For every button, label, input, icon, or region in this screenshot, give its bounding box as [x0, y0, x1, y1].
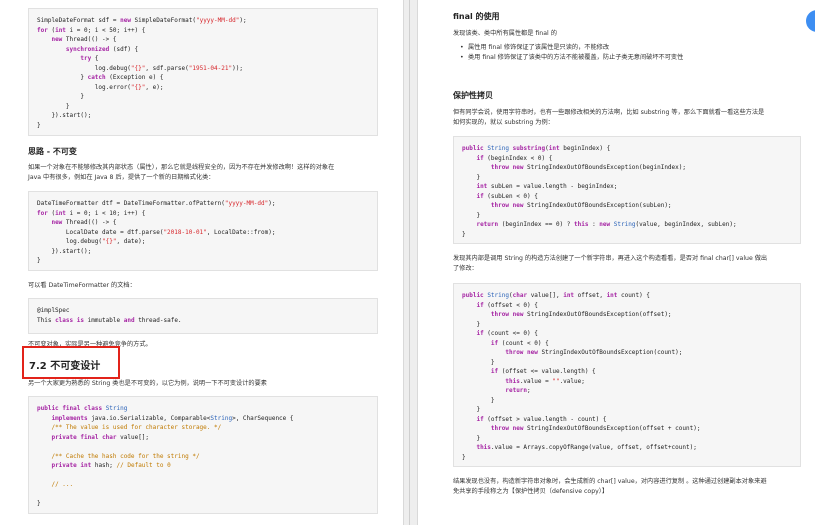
paragraph-ctor-line2: 了修改： [453, 265, 478, 272]
right-document-page: final 的使用 发现该类、类中所有属性都是 final 的 属性用 fina… [418, 0, 815, 525]
left-document-page: SimpleDateFormat sdf = new SimpleDateFor… [0, 0, 403, 525]
code-line: this.value = "".value; [505, 377, 585, 385]
code-line: if (offset > value.length - count) { [476, 415, 607, 423]
paragraph-end-line2: 免共享的手段称之为【保护性拷贝（defensive copy）】 [453, 488, 609, 495]
code-line: } [37, 102, 70, 110]
code-line: if (offset <= value.length) { [490, 368, 596, 375]
code-block-simpledateformat: SimpleDateFormat sdf = new SimpleDateFor… [28, 8, 378, 136]
code-block-datetimeformatter: DateTimeFormatter dtf = DateTimeFormatte… [28, 191, 378, 271]
code-line: }).start(); [37, 247, 92, 255]
code-line: public String(char value[], int offset, … [462, 292, 650, 299]
code-line: } [462, 358, 495, 366]
code-line: for (int i = 0; i < 10; i++) { [37, 209, 146, 217]
paragraph-copy-line1: 但有同学会说，使用字符串时，也有一些跟修改相关的方法啊，比如 substring… [453, 109, 765, 116]
code-line: if (count <= 0) { [476, 330, 538, 337]
code-line: throw new StringIndexOutOfBoundsExceptio… [505, 349, 683, 356]
code-line: } [462, 320, 481, 328]
code-line: if (count < 0) { [490, 339, 549, 347]
paragraph-doc-reference: 可以看 DateTimeFormatter 的文档： [28, 282, 136, 289]
code-line: @implSpec [37, 307, 70, 314]
code-line: throw new StringIndexOutOfBoundsExceptio… [490, 311, 672, 318]
code-line: } [462, 396, 495, 404]
code-line: This class is immutable and thread-safe. [37, 316, 182, 324]
code-line: new Thread(() -> { [51, 36, 117, 43]
code-line: } [37, 257, 41, 264]
page-divider [409, 0, 410, 525]
code-line: } [37, 121, 41, 129]
code-line: private final char value[]; [51, 433, 150, 441]
code-line: log.debug("{}", sdf.parse("1951-04-21"))… [37, 64, 243, 72]
code-line: DateTimeFormatter dtf = DateTimeFormatte… [37, 200, 276, 207]
code-block-implspec: @implSpec This class is immutable and thr… [28, 298, 378, 334]
code-line: } [462, 211, 481, 219]
code-line: }).start(); [37, 112, 92, 119]
code-line: return; [505, 387, 531, 394]
section-heading-immutable-design: 7.2 不可变设计 [29, 361, 101, 372]
paragraph-copy-line2: 如何实现的，就以 substring 为例： [453, 119, 554, 126]
paragraph-immutable-line1: 如果一个对象在不能够修改其内部状态（属性），那么它就是线程安全的，因为不存在并发… [28, 164, 335, 171]
paragraph-end-line1: 结果发现也没有，构造新字符串对象时，会生成新的 char[] value，对内容… [453, 478, 767, 485]
code-line: SimpleDateFormat sdf = new SimpleDateFor… [37, 17, 247, 24]
code-line: int subLen = value.length - beginIndex; [476, 183, 618, 190]
paragraph-final: 发现该类、类中所有属性都是 final 的 [453, 30, 557, 37]
code-line: if (offset < 0) { [476, 301, 538, 309]
page-gap [403, 0, 418, 525]
code-line: log.debug("{}", date); [37, 238, 146, 245]
code-line: /** Cache the hash code for the string *… [51, 452, 200, 460]
code-line: throw new StringIndexOutOfBoundsExceptio… [490, 425, 701, 432]
code-line: return (beginIndex == 0) ? this : new St… [476, 221, 737, 228]
code-line: } [462, 173, 481, 181]
code-line: } [37, 500, 41, 507]
code-line: throw new StringIndexOutOfBoundsExceptio… [490, 164, 686, 171]
code-line: log.error("{}", e); [37, 83, 164, 91]
code-line: for (int i = 0; i < 50; i++) { [37, 26, 146, 34]
code-line: if (beginIndex < 0) { [476, 154, 553, 162]
code-line: private int hash; // Default to 0 [51, 462, 171, 469]
heading-final-usage: final 的使用 [453, 12, 500, 21]
heading-immutable-idea: 思路 - 不可变 [28, 147, 77, 156]
code-line: } catch (Exception e) { [37, 74, 164, 81]
code-line: if (subLen < 0) { [476, 192, 538, 200]
code-line: implements java.io.Serializable, Compara… [51, 414, 294, 422]
code-line: this.value = Arrays.copyOfRange(value, o… [476, 444, 697, 451]
code-block-string-constructor: public String(char value[], int offset, … [453, 283, 801, 467]
code-line: // ... [51, 481, 74, 488]
code-line: } [37, 93, 84, 100]
code-line: LocalDate date = dtf.parse("2018-10-01",… [37, 228, 276, 236]
code-line: new Thread(() -> { [51, 219, 117, 226]
code-line: throw new StringIndexOutOfBoundsExceptio… [490, 202, 672, 209]
bullet-item: 属性用 final 修饰保证了该属性是只读的，不能修改 [458, 43, 683, 53]
code-block-substring: public String substring(int beginIndex) … [453, 136, 801, 244]
code-line: } [462, 453, 466, 461]
paragraph-immutable-line2: Java 中有很多，例如在 Java 8 后，提供了一个新的日期格式化类： [28, 174, 215, 181]
heading-defensive-copy: 保护性拷贝 [453, 91, 493, 100]
code-line: public final class String [37, 405, 128, 412]
code-line: /** The value is used for character stor… [51, 424, 222, 431]
paragraph-ctor-line1: 发现其内部是调用 String 的构造方法创建了一个新字符串，再进入这个构造看看… [453, 255, 768, 262]
code-line: public String substring(int beginIndex) … [462, 145, 611, 152]
code-line: try { [80, 55, 99, 62]
code-line: } [462, 230, 466, 238]
code-line: } [462, 406, 481, 413]
code-line: synchronized (sdf) { [65, 45, 139, 53]
code-line: } [462, 434, 481, 442]
code-block-string-class: public final class String implements jav… [28, 396, 378, 514]
bullet-list-final: 属性用 final 修饰保证了该属性是只读的，不能修改 类用 final 修饰保… [458, 43, 683, 62]
bullet-item: 类用 final 修饰保证了该类中的方法不能被覆盖，防止子类无意间破坏不可变性 [458, 53, 683, 63]
paragraph-string-intro: 另一个大家更为熟悉的 String 类也是不可变的，以它为例，说明一下不可变设计… [28, 380, 267, 387]
